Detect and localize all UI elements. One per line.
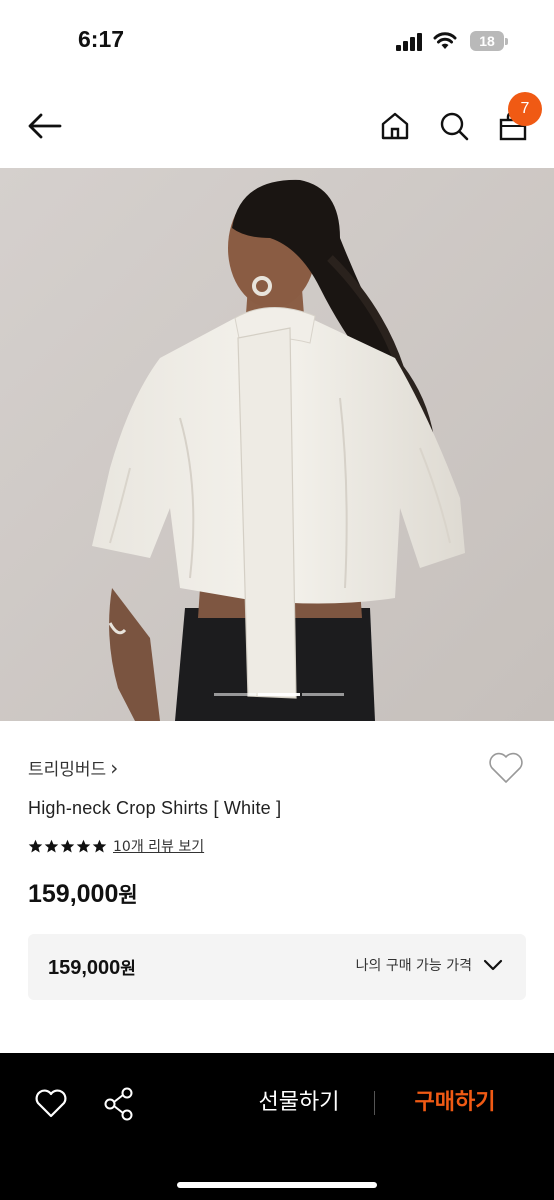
home-button[interactable] — [375, 106, 415, 146]
price-currency: 원 — [118, 883, 138, 907]
star-icon — [60, 839, 75, 852]
home-icon — [381, 112, 409, 140]
product-photo — [0, 168, 554, 721]
carousel-dot[interactable] — [302, 693, 344, 696]
carousel-dot[interactable] — [214, 693, 256, 696]
heart-icon — [35, 1089, 67, 1118]
price-value: 159,000 — [28, 880, 119, 908]
top-nav-bar — [0, 84, 554, 168]
bottom-action-bar: 선물하기 구매하기 — [0, 1053, 554, 1200]
signal-icon — [396, 33, 422, 51]
cart-count-badge: 7 — [508, 92, 542, 126]
product-image-carousel[interactable] — [0, 168, 554, 721]
product-price: 159,000원 — [28, 879, 138, 909]
carousel-indicator — [214, 693, 344, 696]
back-button[interactable] — [25, 106, 65, 146]
back-arrow-icon — [28, 113, 62, 139]
battery-level: 18 — [479, 33, 495, 49]
star-icon — [76, 839, 91, 852]
star-icon — [28, 839, 43, 852]
bottom-wishlist-button[interactable] — [33, 1086, 69, 1122]
chevron-down-icon — [483, 959, 503, 971]
rating-stars — [28, 839, 107, 854]
heart-outline-icon — [489, 752, 523, 783]
gift-button[interactable]: 선물하기 — [240, 1081, 358, 1125]
my-price-toggle[interactable]: 나의 구매 가능 가격 — [356, 954, 504, 976]
share-button[interactable] — [101, 1086, 137, 1122]
my-price-currency: 원 — [120, 959, 136, 979]
chevron-right-icon: › — [110, 755, 119, 780]
star-icon — [92, 839, 107, 852]
search-icon — [440, 112, 469, 141]
share-icon — [104, 1087, 133, 1121]
review-link[interactable]: 10개 리뷰 보기 — [113, 836, 204, 856]
carousel-dot-active[interactable] — [258, 693, 300, 696]
search-button[interactable] — [434, 106, 474, 146]
brand-name: 트리밍버드 — [28, 760, 107, 780]
status-time: 6:17 — [78, 26, 125, 52]
my-price-value: 159,000원 — [48, 954, 136, 980]
product-name: High-neck Crop Shirts [ White ] — [28, 798, 282, 818]
my-price-toggle-label: 나의 구매 가능 가격 — [355, 958, 472, 974]
home-indicator — [177, 1182, 377, 1188]
rating-row: 10개 리뷰 보기 — [28, 836, 204, 856]
wifi-icon — [433, 32, 457, 49]
battery-icon: 18 — [470, 31, 508, 51]
buy-button[interactable]: 구매하기 — [396, 1081, 514, 1125]
my-price-amount: 159,000 — [48, 957, 121, 979]
status-bar: 6:17 18 — [0, 0, 554, 84]
star-icon — [44, 839, 59, 852]
my-price-box: 159,000원 나의 구매 가능 가격 — [28, 934, 526, 1000]
brand-link[interactable]: 트리밍버드 › — [28, 755, 119, 781]
wishlist-button[interactable] — [486, 748, 526, 788]
divider — [374, 1091, 375, 1115]
